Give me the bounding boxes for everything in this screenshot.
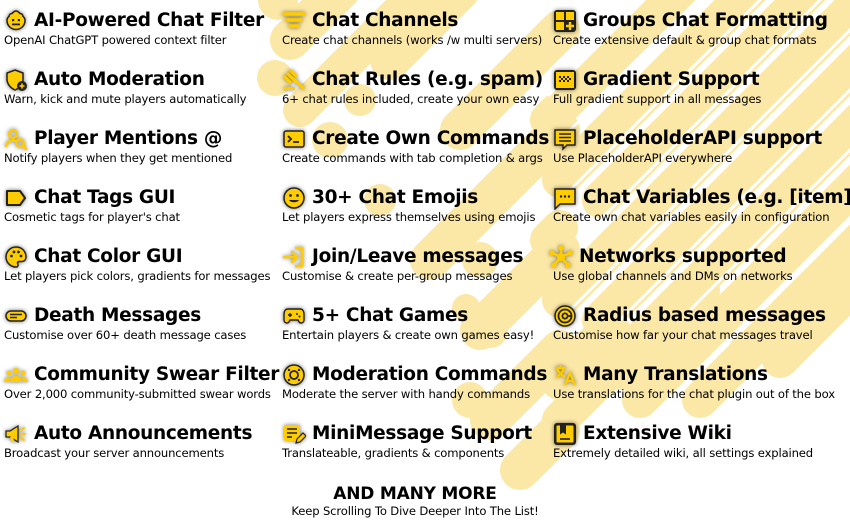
terminal-icon xyxy=(282,127,306,151)
lifebuoy-icon xyxy=(282,363,306,387)
filter-icon xyxy=(282,9,306,33)
feature-item: Create Own Commands Create commands with… xyxy=(282,127,549,165)
feature-title: Many Translations xyxy=(583,364,768,385)
feature-title: Player Mentions @ xyxy=(34,128,223,149)
feature-title: Death Messages xyxy=(34,305,201,326)
feature-item: Moderation Commands Moderate the server … xyxy=(282,363,547,401)
feature-item: Chat Rules (e.g. spam) 6+ chat rules inc… xyxy=(282,68,543,106)
feature-description: Over 2,000 community-submitted swear wor… xyxy=(4,387,271,401)
feature-title: Extensive Wiki xyxy=(583,423,732,444)
feature-description: Use global channels and DMs on networks xyxy=(553,269,793,283)
feature-description: Use PlaceholderAPI everywhere xyxy=(553,151,733,165)
robot-icon xyxy=(4,9,28,33)
feature-description: Create chat channels (works /w multi ser… xyxy=(282,33,543,47)
gavel-icon xyxy=(282,68,306,92)
feature-title: Chat Variables (e.g. [item]) xyxy=(583,187,850,208)
feature-item: PlaceholderAPI support Use PlaceholderAP… xyxy=(553,127,822,165)
feature-title: MiniMessage Support xyxy=(312,423,532,444)
feature-description: Warn, kick and mute players automaticall… xyxy=(4,92,247,106)
feature-description: Create own chat variables easily in conf… xyxy=(553,210,830,224)
feature-title: Chat Tags GUI xyxy=(34,187,176,208)
feature-item: Groups Chat Formatting Create extensive … xyxy=(553,9,828,47)
feature-title: Groups Chat Formatting xyxy=(583,10,828,31)
feature-title: Radius based messages xyxy=(583,305,826,326)
feature-description: 6+ chat rules included, create your own … xyxy=(282,92,540,106)
feature-description: Notify players when they get mentioned xyxy=(4,151,233,165)
community-icon xyxy=(4,363,28,387)
feature-item: Auto Announcements Broadcast your server… xyxy=(4,422,252,460)
feature-item: Auto Moderation Warn, kick and mute play… xyxy=(4,68,247,106)
feature-description: Entertain players & create own games eas… xyxy=(282,328,535,342)
feature-title: Join/Leave messages xyxy=(312,246,524,267)
feature-description: Customise & create per-group messages xyxy=(282,269,513,283)
feature-description: Cosmetic tags for player's chat xyxy=(4,210,180,224)
palette-icon xyxy=(4,245,28,269)
feature-title: Create Own Commands xyxy=(312,128,550,149)
feature-item: Community Swear Filter Over 2,000 commun… xyxy=(4,363,279,401)
feature-item: Chat Tags GUI Cosmetic tags for player's… xyxy=(4,186,180,224)
radius-icon xyxy=(553,304,577,328)
feature-title: Chat Rules (e.g. spam) xyxy=(312,69,543,90)
feature-description: Broadcast your server announcements xyxy=(4,446,225,460)
feature-title: Gradient Support xyxy=(583,69,760,90)
feature-item: Radius based messages Customise how far … xyxy=(553,304,826,342)
translate-icon xyxy=(553,363,577,387)
feature-description: Let players express themselves using emo… xyxy=(282,210,536,224)
feature-item: Many Translations Use translations for t… xyxy=(553,363,835,401)
feature-description: Extremely detailed wiki, all settings ex… xyxy=(553,446,813,460)
feature-title: Community Swear Filter xyxy=(34,364,280,385)
feature-title: Chat Channels xyxy=(312,10,459,31)
feature-item: AI-Powered Chat Filter OpenAI ChatGPT po… xyxy=(4,9,264,47)
feature-description: Customise over 60+ death message cases xyxy=(4,328,247,342)
feature-title: Chat Color GUI xyxy=(34,246,183,267)
feature-item: Player Mentions @ Notify players when th… xyxy=(4,127,232,165)
feature-title: 5+ Chat Games xyxy=(312,305,468,326)
footer-subtitle: Keep Scrolling To Dive Deeper Into The L… xyxy=(291,504,539,518)
feature-description: Full gradient support in all messages xyxy=(553,92,762,106)
feature-title: PlaceholderAPI support xyxy=(583,128,822,149)
network-icon xyxy=(549,245,573,269)
feature-item: Join/Leave messages Customise & create p… xyxy=(282,245,523,283)
feature-title: Networks supported xyxy=(579,246,787,267)
feature-description: Let players pick colors, gradients for m… xyxy=(4,269,271,283)
footer: AND MANY MORE Keep Scrolling To Dive Dee… xyxy=(280,484,550,518)
feature-item: Chat Channels Create chat channels (work… xyxy=(282,9,542,47)
message-bar-icon xyxy=(4,304,28,328)
note-edit-icon xyxy=(282,422,306,446)
user-search-icon xyxy=(4,127,28,151)
feature-title: 30+ Chat Emojis xyxy=(312,187,479,208)
feature-description: Moderate the server with handy commands xyxy=(282,387,530,401)
feature-title: AI-Powered Chat Filter xyxy=(34,10,264,31)
feature-item: Chat Variables (e.g. [item]) Create own … xyxy=(553,186,850,224)
grid-plus-icon xyxy=(553,9,577,33)
footer-title: AND MANY MORE xyxy=(333,484,497,504)
feature-title: Moderation Commands xyxy=(312,364,548,385)
feature-item: Extensive Wiki Extremely detailed wiki, … xyxy=(553,422,813,460)
feature-description: Create commands with tab completion & ar… xyxy=(282,151,543,165)
feature-item: Chat Color GUI Let players pick colors, … xyxy=(4,245,271,283)
book-icon xyxy=(553,422,577,446)
tag-icon xyxy=(4,186,28,210)
feature-description: Customise how far your chat messages tra… xyxy=(553,328,813,342)
gradient-icon xyxy=(553,68,577,92)
feature-item: Death Messages Customise over 60+ death … xyxy=(4,304,246,342)
gamepad-icon xyxy=(282,304,306,328)
login-icon xyxy=(282,245,306,269)
chat-lines-icon xyxy=(553,127,577,151)
feature-item: Networks supported Use global channels a… xyxy=(549,245,793,283)
feature-item: MiniMessage Support Translateable, gradi… xyxy=(282,422,532,460)
chat-dots-icon xyxy=(553,186,577,210)
feature-description: Translateable, gradients & components xyxy=(282,446,505,460)
smiley-icon xyxy=(282,186,306,210)
feature-description: Create extensive default & group chat fo… xyxy=(553,33,817,47)
feature-item: 5+ Chat Games Entertain players & create… xyxy=(282,304,534,342)
feature-description: OpenAI ChatGPT powered context filter xyxy=(4,33,227,47)
megaphone-icon xyxy=(4,422,28,446)
feature-item: Gradient Support Full gradient support i… xyxy=(553,68,761,106)
feature-title: Auto Moderation xyxy=(34,69,205,90)
feature-title: Auto Announcements xyxy=(34,423,253,444)
feature-description: Use translations for the chat plugin out… xyxy=(553,387,835,401)
feature-item: 30+ Chat Emojis Let players express them… xyxy=(282,186,535,224)
shield-plus-icon xyxy=(4,68,28,92)
